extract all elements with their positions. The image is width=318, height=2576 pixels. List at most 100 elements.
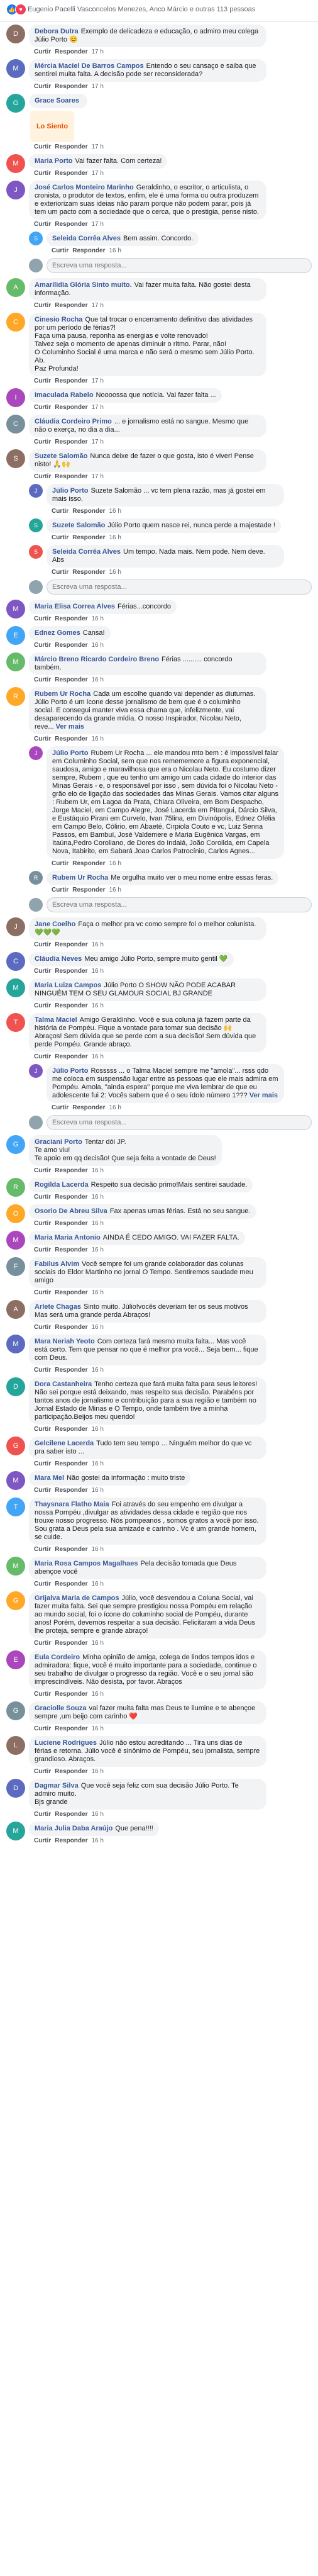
like-button[interactable]: Curtir (34, 221, 51, 228)
comment-author[interactable]: Talma Maciel (35, 1016, 77, 1024)
comment-author[interactable]: Gelcilene Lacerda (35, 1440, 94, 1447)
comment-author[interactable]: Seleida Corrêa Alves (52, 235, 121, 242)
comment-time[interactable]: 16 h (91, 1768, 103, 1775)
comment-time[interactable]: 16 h (91, 736, 103, 742)
comment-author[interactable]: Júlio Porto (52, 1067, 88, 1075)
reply-button[interactable]: Responder (55, 1002, 87, 1009)
like-button[interactable]: Curtir (34, 170, 51, 177)
reply-button[interactable]: Responder (55, 378, 87, 384)
reply-button[interactable]: Responder (72, 508, 105, 515)
avatar[interactable]: F (6, 1257, 25, 1276)
comment-author[interactable]: Maria Rosa Campos Magalhaes (35, 1560, 138, 1567)
reply-button[interactable]: Responder (55, 1053, 87, 1060)
comment-author[interactable]: Maria Luiza Campos (35, 982, 101, 989)
avatar[interactable]: A (6, 278, 25, 297)
comment-time[interactable]: 16 h (91, 615, 103, 622)
like-button[interactable]: Curtir (34, 1768, 51, 1775)
avatar[interactable]: J (29, 746, 43, 760)
avatar[interactable]: C (6, 952, 25, 971)
comment-author[interactable]: Seleida Corrêa Alves (52, 548, 121, 556)
reply-button[interactable]: Responder (72, 887, 105, 893)
reply-button[interactable]: Responder (55, 1194, 87, 1201)
reply-button[interactable]: Responder (55, 676, 87, 683)
avatar[interactable]: O (6, 1204, 25, 1223)
avatar[interactable]: M (6, 1335, 25, 1353)
comment-author[interactable]: Rubem Ur Rocha (35, 690, 90, 698)
reply-button[interactable]: Responder (72, 247, 105, 254)
like-button[interactable]: Curtir (52, 887, 69, 893)
comment-author[interactable]: Mércia Maciel De Barros Campos (35, 62, 144, 70)
like-button[interactable]: Curtir (34, 1460, 51, 1467)
reply-button[interactable]: Responder (55, 968, 87, 975)
like-button[interactable]: Curtir (34, 1289, 51, 1296)
avatar[interactable]: G (6, 94, 25, 113)
reply-button[interactable]: Responder (55, 1837, 87, 1844)
comment-time[interactable]: 16 h (109, 860, 121, 867)
comment-time[interactable]: 16 h (91, 1289, 103, 1296)
reply-button[interactable]: Responder (55, 642, 87, 649)
comment-time[interactable]: 16 h (91, 1546, 103, 1553)
comment-time[interactable]: 17 h (91, 404, 103, 411)
like-button[interactable]: Curtir (34, 473, 51, 480)
reply-button[interactable]: Responder (55, 1246, 87, 1253)
like-button[interactable]: Curtir (34, 1546, 51, 1553)
comment-time[interactable]: 16 h (91, 941, 103, 948)
comment-author[interactable]: Fabilus Alvim (35, 1260, 79, 1268)
comment-time[interactable]: 16 h (91, 1811, 103, 1818)
reply-button[interactable]: Responder (55, 404, 87, 411)
comment-author[interactable]: Graciolle Souza (35, 1705, 87, 1712)
like-button[interactable]: Curtir (34, 48, 51, 55)
avatar[interactable]: G (6, 1701, 25, 1720)
reply-button[interactable]: Responder (55, 1487, 87, 1494)
comment-author[interactable]: Maria Elisa Correa Alves (35, 603, 115, 610)
like-button[interactable]: Curtir (34, 1167, 51, 1174)
comment-author[interactable]: Osorio De Abreu Silva (35, 1207, 107, 1215)
comment-time[interactable]: 16 h (109, 1104, 121, 1111)
reactions-bar[interactable]: 👍 ♥ Eugenio Pacelli Vasconcelos Menezes,… (0, 0, 318, 22)
like-button[interactable]: Curtir (52, 1104, 69, 1111)
comment-time[interactable]: 16 h (91, 1367, 103, 1374)
reply-button[interactable]: Responder (55, 143, 87, 150)
avatar[interactable]: M (6, 1557, 25, 1576)
reply-button[interactable]: Responder (55, 1725, 87, 1732)
reply-button[interactable]: Responder (55, 473, 87, 480)
reply-button[interactable]: Responder (72, 1104, 105, 1111)
avatar[interactable]: E (6, 626, 25, 645)
reactions-summary[interactable]: Eugenio Pacelli Vasconcelos Menezes, Anc… (28, 6, 255, 13)
reply-button[interactable]: Responder (55, 302, 87, 309)
like-button[interactable]: Curtir (34, 439, 51, 445)
comment-time[interactable]: 16 h (91, 1426, 103, 1433)
reply-button[interactable]: Responder (55, 221, 87, 228)
like-button[interactable]: Curtir (34, 1002, 51, 1009)
comment-time[interactable]: 16 h (91, 1460, 103, 1467)
avatar[interactable]: S (6, 449, 25, 468)
avatar[interactable]: J (6, 917, 25, 936)
comment-time[interactable]: 17 h (91, 83, 103, 90)
comment-time[interactable]: 16 h (91, 1167, 103, 1174)
comment-time[interactable]: 17 h (91, 302, 103, 309)
like-button[interactable]: Curtir (34, 1581, 51, 1588)
reply-button[interactable]: Responder (55, 48, 87, 55)
avatar[interactable]: J (29, 484, 43, 498)
comment-author[interactable]: Mara Mel (35, 1474, 64, 1482)
comment-time[interactable]: 16 h (91, 1220, 103, 1227)
comment-author[interactable]: Suzete Salomão (52, 522, 105, 529)
reply-button[interactable]: Responder (55, 941, 87, 948)
comment-time[interactable]: 16 h (91, 1194, 103, 1201)
comment-author[interactable]: Arlete Chagas (35, 1303, 81, 1311)
like-button[interactable]: Curtir (52, 860, 69, 867)
avatar[interactable]: D (6, 25, 25, 43)
avatar[interactable]: R (6, 1178, 25, 1197)
reply-button[interactable]: Responder (55, 1426, 87, 1433)
comment-time[interactable]: 16 h (91, 1725, 103, 1732)
avatar[interactable]: M (6, 978, 25, 997)
comment-author[interactable]: Grijalva Maria de Campos (35, 1594, 119, 1602)
comment-author[interactable]: Dagmar Silva (35, 1782, 79, 1789)
comment-time[interactable]: 16 h (91, 1053, 103, 1060)
reply-button[interactable]: Responder (55, 1768, 87, 1775)
see-more-link[interactable]: Ver mais (56, 723, 84, 731)
reply-button[interactable]: Responder (55, 170, 87, 177)
avatar[interactable]: R (6, 687, 25, 706)
reply-button[interactable]: Responder (55, 736, 87, 742)
avatar[interactable]: S (29, 232, 43, 245)
